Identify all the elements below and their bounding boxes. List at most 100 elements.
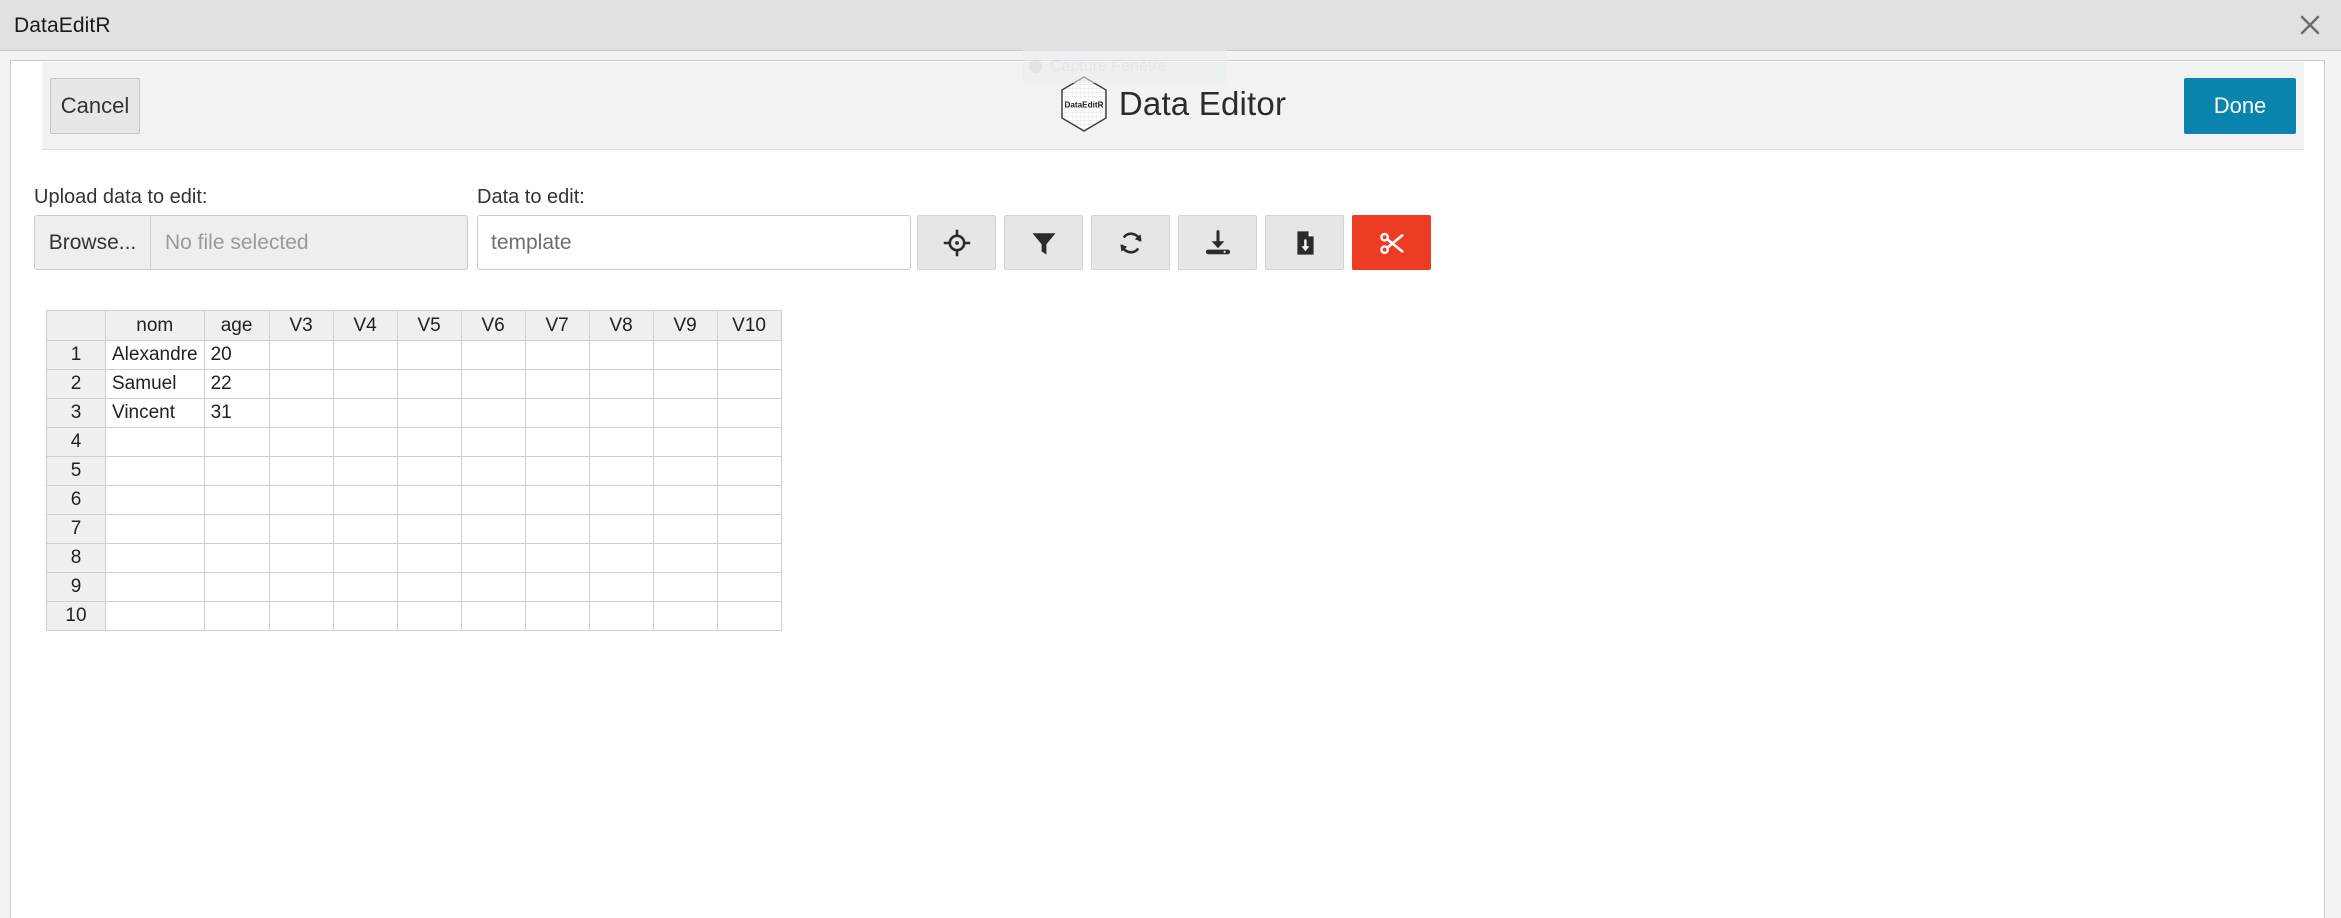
table-cell[interactable] xyxy=(203,572,270,602)
table-cell[interactable] xyxy=(716,369,782,399)
table-cell[interactable] xyxy=(524,427,590,457)
table-cell[interactable] xyxy=(203,485,270,515)
table-cell[interactable] xyxy=(588,340,654,370)
data-table-container[interactable]: nom age V3 V4 V5 V6 V7 V8 V9 V10 1 Alexan… xyxy=(46,310,782,631)
row-number-header[interactable]: 10 xyxy=(46,601,106,631)
column-header-v3[interactable]: V3 xyxy=(268,310,334,341)
table-cell[interactable] xyxy=(716,427,782,457)
table-cell[interactable] xyxy=(268,456,334,486)
table-row[interactable]: 6 xyxy=(46,485,782,515)
row-number-header[interactable]: 7 xyxy=(46,514,106,544)
table-cell[interactable] xyxy=(203,601,270,631)
table-cell[interactable] xyxy=(105,485,205,515)
table-cell[interactable] xyxy=(396,514,462,544)
table-cell[interactable]: Vincent xyxy=(105,398,205,428)
close-icon[interactable] xyxy=(2279,0,2341,50)
data-to-edit-input[interactable] xyxy=(477,215,911,270)
column-header-v7[interactable]: V7 xyxy=(524,310,590,341)
table-cell[interactable] xyxy=(268,601,334,631)
cancel-button[interactable]: Cancel xyxy=(50,78,140,134)
table-cell[interactable] xyxy=(332,543,398,573)
table-cell[interactable] xyxy=(588,601,654,631)
cut-button[interactable] xyxy=(1352,215,1431,270)
table-cell[interactable]: 20 xyxy=(203,340,270,370)
table-cell[interactable] xyxy=(396,398,462,428)
table-cell[interactable] xyxy=(332,456,398,486)
table-cell[interactable] xyxy=(652,398,718,428)
table-cell[interactable] xyxy=(588,427,654,457)
row-number-header[interactable]: 3 xyxy=(46,398,106,428)
table-cell[interactable] xyxy=(588,572,654,602)
table-cell[interactable] xyxy=(460,340,526,370)
table-cell[interactable] xyxy=(332,369,398,399)
table-cell[interactable] xyxy=(396,601,462,631)
table-cell[interactable] xyxy=(524,456,590,486)
table-cell[interactable] xyxy=(588,514,654,544)
table-cell[interactable] xyxy=(332,427,398,457)
table-row[interactable]: 1 Alexandre 20 xyxy=(46,340,782,370)
table-cell[interactable] xyxy=(652,601,718,631)
table-cell[interactable] xyxy=(332,514,398,544)
table-cell[interactable] xyxy=(652,572,718,602)
table-cell[interactable] xyxy=(460,485,526,515)
row-number-header[interactable]: 5 xyxy=(46,456,106,486)
filter-button[interactable] xyxy=(1004,215,1083,270)
table-cell[interactable] xyxy=(588,485,654,515)
table-cell[interactable] xyxy=(716,456,782,486)
table-cell[interactable] xyxy=(460,572,526,602)
table-cell[interactable] xyxy=(105,456,205,486)
row-number-header[interactable]: 6 xyxy=(46,485,106,515)
table-cell[interactable] xyxy=(716,398,782,428)
table-cell[interactable] xyxy=(588,543,654,573)
table-cell[interactable] xyxy=(524,514,590,544)
table-cell[interactable] xyxy=(332,398,398,428)
table-row[interactable]: 7 xyxy=(46,514,782,544)
table-cell[interactable] xyxy=(588,398,654,428)
column-header-v9[interactable]: V9 xyxy=(652,310,718,341)
column-header-age[interactable]: age xyxy=(203,310,270,341)
table-cell[interactable]: 22 xyxy=(203,369,270,399)
table-cell[interactable] xyxy=(460,398,526,428)
table-row[interactable]: 8 xyxy=(46,543,782,573)
table-cell[interactable]: Samuel xyxy=(105,369,205,399)
table-row[interactable]: 3 Vincent 31 xyxy=(46,398,782,428)
table-cell[interactable] xyxy=(268,427,334,457)
row-number-header[interactable]: 1 xyxy=(46,340,106,370)
table-cell[interactable] xyxy=(652,543,718,573)
sync-button[interactable] xyxy=(1091,215,1170,270)
table-cell[interactable] xyxy=(268,485,334,515)
select-button[interactable] xyxy=(917,215,996,270)
table-cell[interactable] xyxy=(105,427,205,457)
table-cell[interactable] xyxy=(105,514,205,544)
table-cell[interactable] xyxy=(460,456,526,486)
row-number-header[interactable]: 9 xyxy=(46,572,106,602)
table-cell[interactable] xyxy=(105,601,205,631)
table-row[interactable]: 9 xyxy=(46,572,782,602)
table-row[interactable]: 2 Samuel 22 xyxy=(46,369,782,399)
table-cell[interactable] xyxy=(524,398,590,428)
table-cell[interactable] xyxy=(268,514,334,544)
table-cell[interactable] xyxy=(332,485,398,515)
save-button[interactable] xyxy=(1178,215,1257,270)
column-header-nom[interactable]: nom xyxy=(105,310,205,341)
table-cell[interactable] xyxy=(652,369,718,399)
table-cell[interactable] xyxy=(396,427,462,457)
table-cell[interactable] xyxy=(588,456,654,486)
table-cell[interactable] xyxy=(332,572,398,602)
table-cell[interactable]: Alexandre xyxy=(105,340,205,370)
table-cell[interactable] xyxy=(652,427,718,457)
table-cell[interactable] xyxy=(396,340,462,370)
table-cell[interactable] xyxy=(203,543,270,573)
table-cell[interactable] xyxy=(652,340,718,370)
table-cell[interactable] xyxy=(652,456,718,486)
table-cell[interactable] xyxy=(203,427,270,457)
table-cell[interactable] xyxy=(716,340,782,370)
table-cell[interactable] xyxy=(268,543,334,573)
table-cell[interactable] xyxy=(588,369,654,399)
export-file-button[interactable] xyxy=(1265,215,1344,270)
table-cell[interactable] xyxy=(460,601,526,631)
table-cell[interactable] xyxy=(332,601,398,631)
table-cell[interactable] xyxy=(524,485,590,515)
table-cell[interactable] xyxy=(460,514,526,544)
table-cell[interactable] xyxy=(396,369,462,399)
